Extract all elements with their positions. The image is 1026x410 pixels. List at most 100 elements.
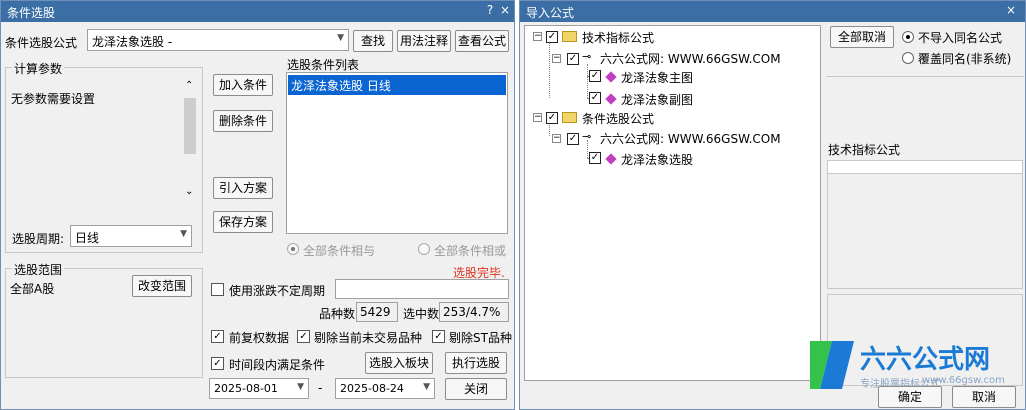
close-icon[interactable]: × xyxy=(1004,3,1018,17)
tree-leaf-sub-chart[interactable]: 龙泽法象副图 xyxy=(621,91,693,108)
view-formula-button[interactable]: 查看公式 xyxy=(455,30,509,52)
execute-button[interactable]: 执行选股 xyxy=(445,352,507,374)
change-range-button[interactable]: 改变范围 xyxy=(132,275,192,297)
usage-note-button[interactable]: 用法注释 xyxy=(397,30,451,52)
tree-node-picker[interactable]: 条件选股公式 xyxy=(582,110,654,127)
range-group: 选股范围 全部A股 改变范围 xyxy=(5,261,203,378)
condition-list[interactable]: 龙泽法象选股 日线 xyxy=(286,72,508,234)
link-icon: ⊸ xyxy=(582,130,592,143)
section-label: 技术指标公式 xyxy=(828,143,901,157)
formula-icon xyxy=(605,153,617,165)
calc-params-label: 计算参数 xyxy=(12,60,65,77)
close-button[interactable]: 关闭 xyxy=(445,378,507,400)
count-label: 品种数 xyxy=(319,307,356,321)
collapse-toggle[interactable]: − xyxy=(533,32,542,41)
tree-node-tech[interactable]: 技术指标公式 xyxy=(582,29,654,46)
watermark-logo: 六六公式网 专注股票指标公式 www.66gsw.com xyxy=(806,337,1022,393)
selected-field: 253/4.7% xyxy=(439,302,509,322)
list-item[interactable]: 龙泽法象选股 日线 xyxy=(288,75,506,95)
no-params-text: 无参数需要设置 xyxy=(11,92,96,106)
date-from-input[interactable]: 2025-08-01 ▼ xyxy=(209,378,309,399)
params-scrollbar[interactable]: ⌃ ⌄ xyxy=(182,80,198,202)
window-title: 导入公式 xyxy=(526,6,575,20)
tree-line xyxy=(549,42,550,98)
range-group-label: 选股范围 xyxy=(12,261,65,278)
condition-stock-picker-window: 条件选股 ? × 条件选股公式 龙泽法象选股 - ▼ 查找 用法注释 查看公式 … xyxy=(0,0,515,410)
remove-untraded-label: 剔除当前未交易品种 xyxy=(314,331,423,345)
tree-leaf-main-chart[interactable]: 龙泽法象主图 xyxy=(621,69,693,86)
cancel-all-button[interactable]: 全部取消 xyxy=(830,26,894,48)
folder-icon xyxy=(562,31,577,42)
radio-all-and[interactable] xyxy=(287,243,299,255)
radio-all-or[interactable] xyxy=(418,243,430,255)
tree-checkbox[interactable]: ✓ xyxy=(567,133,579,145)
uncertain-period-label: 使用涨跌不定周期 xyxy=(229,284,326,298)
tree-checkbox[interactable]: ✓ xyxy=(589,152,601,164)
formula-tree[interactable]: − ✓ 技术指标公式 − ✓ ⊸ 六六公式网: WWW.66GSW.COM ✓ … xyxy=(524,25,821,381)
tree-checkbox[interactable]: ✓ xyxy=(589,92,601,104)
tree-checkbox[interactable]: ✓ xyxy=(546,112,558,124)
radio-no-import[interactable] xyxy=(902,31,914,43)
range-value: 全部A股 xyxy=(10,282,55,296)
remove-untraded-checkbox[interactable]: ✓ xyxy=(297,330,310,343)
to-block-button[interactable]: 选股入板块 xyxy=(365,352,433,374)
divider xyxy=(826,76,1024,77)
ok-button[interactable]: 确定 xyxy=(878,386,942,408)
import-plan-button[interactable]: 引入方案 xyxy=(213,177,273,199)
scroll-down-icon[interactable]: ⌄ xyxy=(185,186,193,197)
tree-node-picker-source[interactable]: 六六公式网: WWW.66GSW.COM xyxy=(600,130,781,147)
tree-checkbox[interactable]: ✓ xyxy=(546,31,558,43)
folder-icon xyxy=(562,112,577,123)
remove-st-checkbox[interactable]: ✓ xyxy=(432,330,445,343)
time-range-checkbox[interactable]: ✓ xyxy=(211,357,224,370)
cancel-button[interactable]: 取消 xyxy=(952,386,1016,408)
date-from-value: 2025-08-01 xyxy=(214,382,278,395)
radio-overwrite-label: 覆盖同名(非系统) xyxy=(918,52,1012,66)
find-button[interactable]: 查找 xyxy=(353,30,393,52)
radio-all-or-label: 全部条件相或 xyxy=(434,244,507,258)
radio-all-and-label: 全部条件相与 xyxy=(303,244,376,258)
collapse-toggle[interactable]: − xyxy=(552,134,561,143)
add-condition-button[interactable]: 加入条件 xyxy=(213,74,273,96)
formula-select[interactable]: 龙泽法象选股 - ▼ xyxy=(87,29,349,51)
watermark-url: www.66gsw.com xyxy=(922,375,1005,386)
collapse-toggle[interactable]: − xyxy=(533,113,542,122)
calc-params-group: 计算参数 无参数需要设置 ⌃ ⌄ 选股周期: 日线 ▼ xyxy=(5,60,203,253)
remove-st-label: 剔除ST品种 xyxy=(449,331,512,345)
adjust-checkbox[interactable]: ✓ xyxy=(211,330,224,343)
tree-node-tech-source[interactable]: 六六公式网: WWW.66GSW.COM xyxy=(600,50,781,67)
date-to-value: 2025-08-24 xyxy=(340,382,404,395)
save-plan-button[interactable]: 保存方案 xyxy=(213,211,273,233)
date-separator: - xyxy=(318,381,323,395)
chevron-down-icon: ▼ xyxy=(423,382,430,392)
collapse-toggle[interactable]: − xyxy=(552,54,561,63)
period-label: 选股周期: xyxy=(12,232,65,246)
time-range-label: 时间段内满足条件 xyxy=(229,358,326,372)
window-title: 条件选股 xyxy=(7,6,56,20)
tree-checkbox[interactable]: ✓ xyxy=(589,70,601,82)
close-icon[interactable]: × xyxy=(498,3,512,17)
scroll-up-icon[interactable]: ⌃ xyxy=(185,80,193,91)
formula-icon xyxy=(605,71,617,83)
delete-condition-button[interactable]: 删除条件 xyxy=(213,110,273,132)
radio-no-import-label: 不导入同名公式 xyxy=(918,31,1003,45)
scroll-thumb[interactable] xyxy=(184,98,196,154)
help-button[interactable]: ? xyxy=(483,3,497,17)
adjust-label: 前复权数据 xyxy=(229,331,290,345)
list-item-label: 龙泽法象选股 日线 xyxy=(291,79,391,93)
tree-leaf-picker[interactable]: 龙泽法象选股 xyxy=(621,151,693,168)
condition-list-title: 选股条件列表 xyxy=(287,58,360,72)
uncertain-period-checkbox[interactable] xyxy=(211,283,224,296)
date-to-input[interactable]: 2025-08-24 ▼ xyxy=(335,378,435,399)
description-panel-middle xyxy=(827,173,1023,289)
title-bar: 导入公式 × xyxy=(520,1,1025,22)
period-select[interactable]: 日线 ▼ xyxy=(70,225,192,247)
radio-overwrite[interactable] xyxy=(902,52,914,64)
link-icon: ⊸ xyxy=(582,50,592,63)
count-field: 5429 xyxy=(356,302,398,322)
count-value: 5429 xyxy=(360,305,391,319)
uncertain-period-input[interactable] xyxy=(335,279,509,299)
tree-checkbox[interactable]: ✓ xyxy=(567,53,579,65)
title-bar: 条件选股 ? × xyxy=(1,1,514,22)
chevron-down-icon: ▼ xyxy=(297,382,304,392)
